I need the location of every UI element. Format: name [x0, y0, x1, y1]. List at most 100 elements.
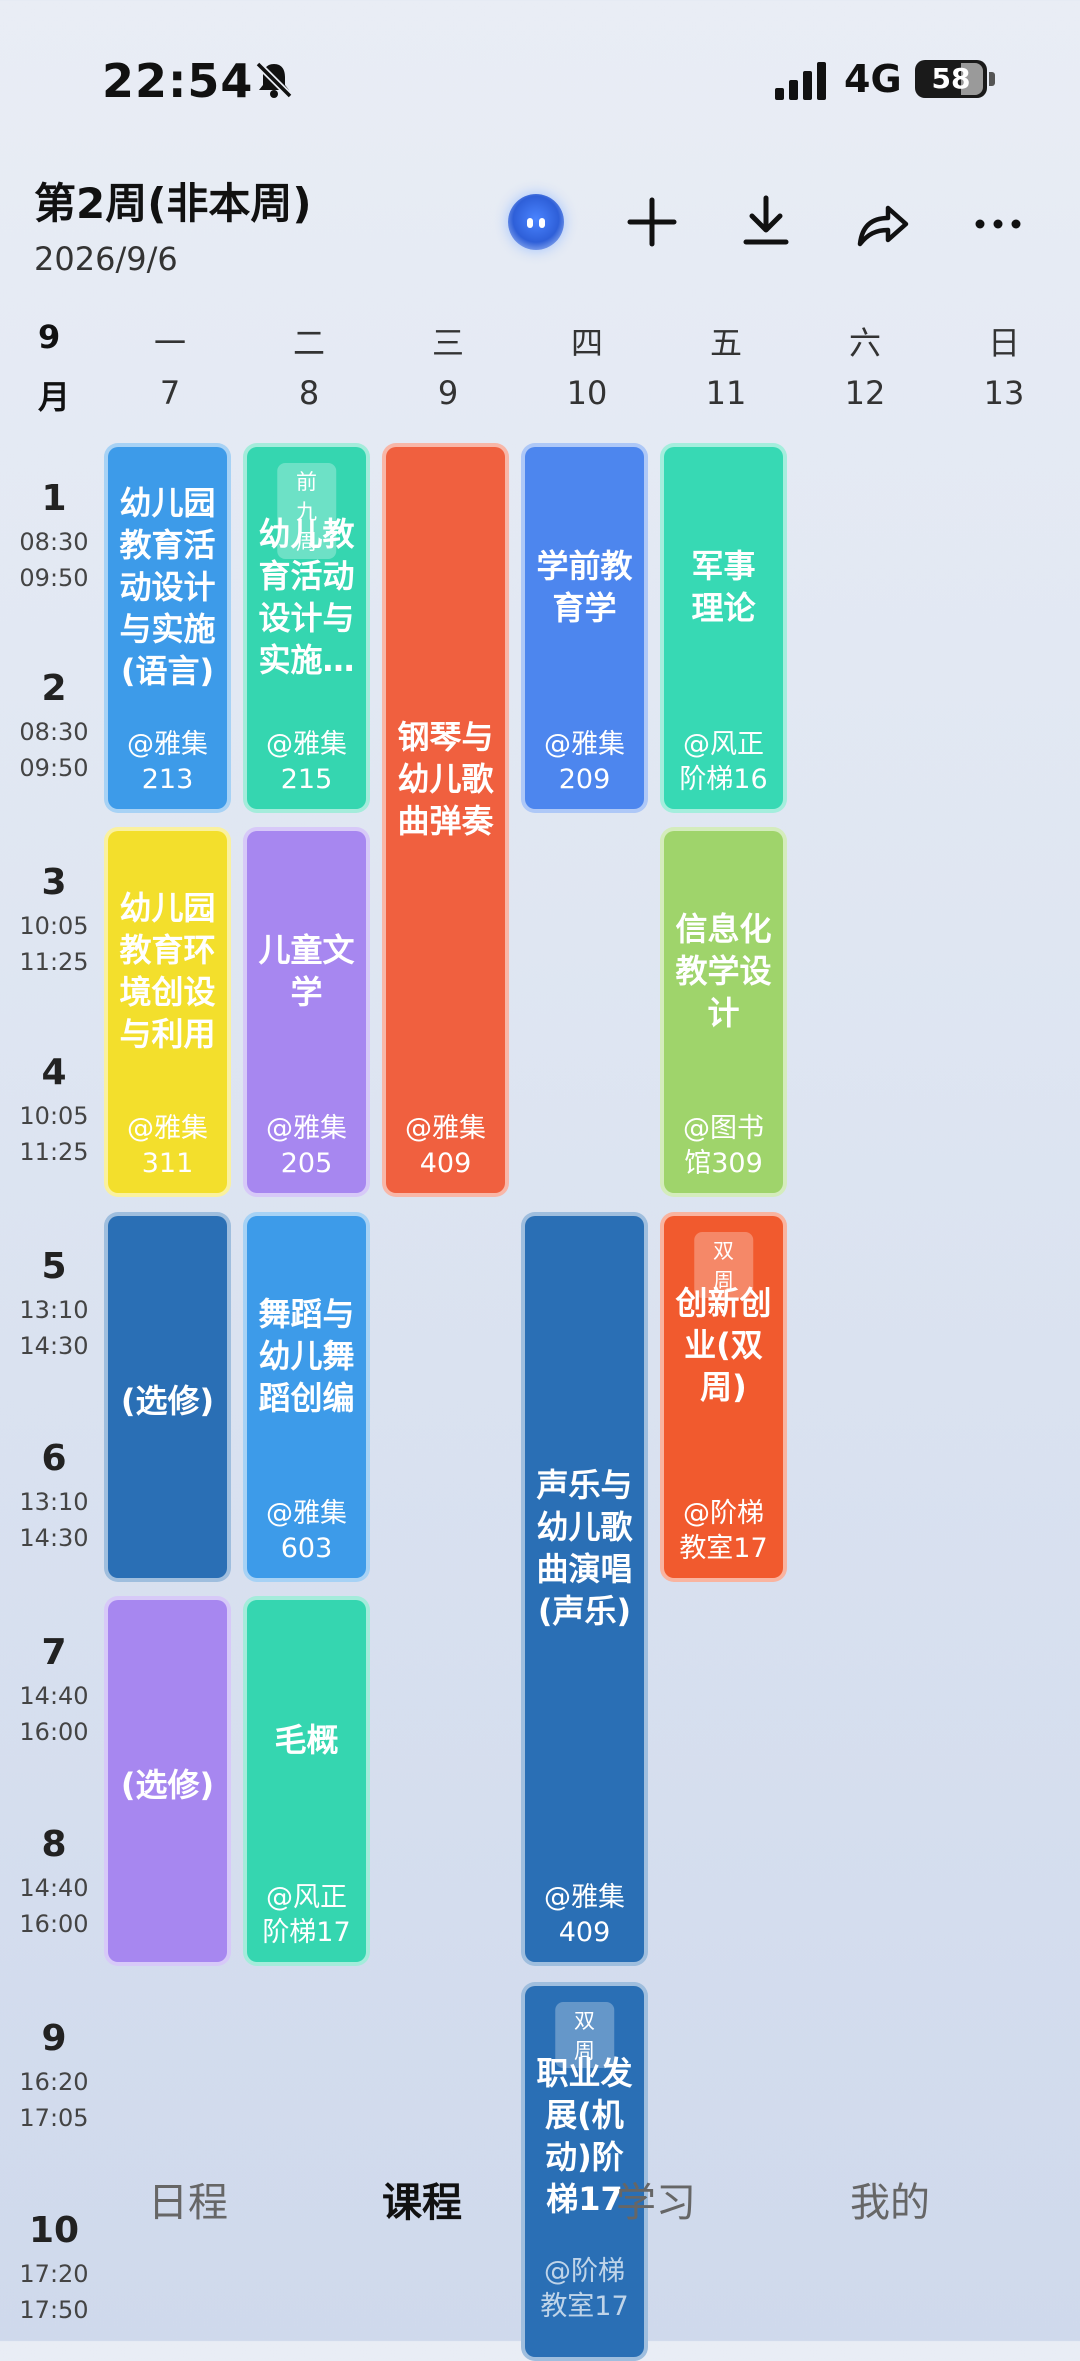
- battery-icon: 58: [915, 60, 987, 98]
- course-block[interactable]: 幼儿园 教育活 动设计 与实施 (语言) @雅集 213: [104, 443, 231, 813]
- course-location: @雅集 209: [544, 729, 625, 795]
- period-start-time: 08:30: [19, 718, 89, 746]
- period-end-time: 09:50: [19, 754, 89, 782]
- period-start-time: 10:05: [19, 1102, 89, 1130]
- course-location: @雅集 603: [266, 1498, 347, 1564]
- course-name: 创新创 业(双 周): [675, 1284, 772, 1406]
- day-name-2: 二: [292, 324, 325, 362]
- day-name-5: 五: [709, 324, 742, 362]
- period-end-time: 14:30: [19, 1524, 89, 1552]
- course-location: @雅集 409: [405, 1113, 486, 1179]
- course-location: @雅集 311: [127, 1113, 208, 1179]
- period-start-time: 14:40: [19, 1682, 89, 1710]
- period-start-time: 14:40: [19, 1874, 89, 1902]
- more-icon[interactable]: [968, 194, 1028, 254]
- day-name-4: 四: [570, 324, 603, 362]
- signal-icon: [775, 62, 826, 100]
- period-start-time: 13:10: [19, 1296, 89, 1324]
- period-start-time: 16:20: [19, 2068, 89, 2096]
- period-start-time: 08:30: [19, 528, 89, 556]
- nav-tab-2[interactable]: 课程: [322, 2170, 522, 2228]
- day-name-6: 六: [848, 324, 881, 362]
- period-end-time: 09:50: [19, 564, 89, 592]
- course-name: 军事 理论: [691, 547, 756, 627]
- day-date-1: 7: [159, 374, 181, 412]
- day-date-6: 12: [844, 374, 886, 412]
- course-location: @图书 馆309: [683, 1113, 764, 1179]
- period-end-time: 11:25: [19, 1138, 89, 1166]
- ai-assistant-icon[interactable]: [508, 194, 564, 250]
- nav-tab-3[interactable]: 学习: [556, 2170, 756, 2228]
- bottom-nav: 日程 课程 学习 我的: [0, 2140, 1080, 2260]
- period-end-time: 16:00: [19, 1718, 89, 1746]
- share-icon[interactable]: [852, 194, 912, 254]
- course-block[interactable]: 声乐与 幼儿歌 曲演唱 (声乐) @雅集 409: [521, 1212, 648, 1966]
- course-location: @阶梯 教室17: [540, 2256, 629, 2322]
- course-block[interactable]: 双周 创新创 业(双 周) @阶梯 教室17: [660, 1212, 787, 1582]
- month-label: 月: [38, 378, 71, 416]
- period-number: 9: [41, 2018, 67, 2059]
- period-number: 7: [41, 1632, 67, 1673]
- download-icon[interactable]: [736, 192, 796, 252]
- day-date-4: 10: [566, 374, 608, 412]
- course-name: (选修): [120, 1766, 215, 1804]
- course-block[interactable]: 毛概 @风正 阶梯17: [243, 1596, 370, 1966]
- course-block[interactable]: 信息化 教学设计 @图书 馆309: [660, 827, 787, 1197]
- period-number: 1: [41, 478, 67, 519]
- course-name: 幼儿教 育活动 设计与 实施…: [258, 515, 355, 679]
- course-name: 幼儿园 教育活 动设计 与实施 (语言): [119, 484, 216, 690]
- period-number: 6: [41, 1438, 67, 1479]
- period-start-time: 10:05: [19, 912, 89, 940]
- day-name-7: 日: [987, 324, 1020, 362]
- course-name: (选修): [120, 1382, 215, 1420]
- course-name: 信息化 教学设计: [675, 910, 772, 1032]
- course-block[interactable]: 前九周 幼儿教 育活动 设计与 实施… @雅集 215: [243, 443, 370, 813]
- nav-tab-4[interactable]: 我的: [790, 2170, 990, 2228]
- course-name: 毛概: [274, 1721, 339, 1759]
- period-number: 2: [41, 668, 67, 709]
- period-end-time: 16:00: [19, 1910, 89, 1938]
- status-time: 22:54: [102, 54, 254, 108]
- course-block[interactable]: 舞蹈与 幼儿舞 蹈创编 @雅集 603: [243, 1212, 370, 1582]
- period-end-time: 17:50: [19, 2296, 89, 2324]
- day-name-1: 一: [153, 324, 186, 362]
- course-block[interactable]: 钢琴与 幼儿歌 曲弹奏 @雅集 409: [382, 443, 509, 1197]
- period-number: 8: [41, 1824, 67, 1865]
- course-location: @阶梯 教室17: [679, 1498, 768, 1564]
- period-number: 5: [41, 1246, 67, 1287]
- week-title[interactable]: 第2周(非本周): [34, 170, 312, 231]
- battery-tip: [989, 72, 995, 86]
- period-end-time: 17:05: [19, 2104, 89, 2132]
- period-end-time: 11:25: [19, 948, 89, 976]
- course-location: @风正 阶梯16: [679, 729, 768, 795]
- day-date-7: 13: [983, 374, 1025, 412]
- course-block[interactable]: 儿童文学 @雅集 205: [243, 827, 370, 1197]
- course-location: @雅集 205: [266, 1113, 347, 1179]
- course-name: 幼儿园 教育环 境创设 与利用: [119, 889, 216, 1053]
- plus-icon[interactable]: [622, 192, 682, 252]
- day-name-3: 三: [431, 324, 464, 362]
- course-location: @雅集 213: [127, 729, 208, 795]
- period-number: 4: [41, 1052, 67, 1093]
- nav-tab-1[interactable]: 日程: [88, 2170, 288, 2228]
- day-date-5: 11: [705, 374, 747, 412]
- course-block[interactable]: (选修): [104, 1596, 231, 1966]
- network-type: 4G: [844, 57, 902, 101]
- course-location: @风正 阶梯17: [262, 1882, 351, 1948]
- month-number: 9: [38, 318, 61, 356]
- course-name: 声乐与 幼儿歌 曲演唱 (声乐): [536, 1466, 633, 1630]
- course-name: 舞蹈与 幼儿舞 蹈创编: [258, 1295, 355, 1417]
- course-block[interactable]: 幼儿园 教育环 境创设 与利用 @雅集 311: [104, 827, 231, 1197]
- course-block[interactable]: 军事 理论 @风正 阶梯16: [660, 443, 787, 813]
- course-block[interactable]: (选修): [104, 1212, 231, 1582]
- course-name: 钢琴与 幼儿歌 曲弹奏: [397, 718, 494, 840]
- period-number: 3: [41, 862, 67, 903]
- day-date-3: 9: [437, 374, 459, 412]
- course-name: 儿童文学: [258, 931, 355, 1011]
- day-date-2: 8: [298, 374, 320, 412]
- week-date: 2026/9/6: [34, 240, 178, 278]
- course-block[interactable]: 学前教 育学 @雅集 209: [521, 443, 648, 813]
- period-start-time: 13:10: [19, 1488, 89, 1516]
- course-location: @雅集 409: [544, 1882, 625, 1948]
- course-location: @雅集 215: [266, 729, 347, 795]
